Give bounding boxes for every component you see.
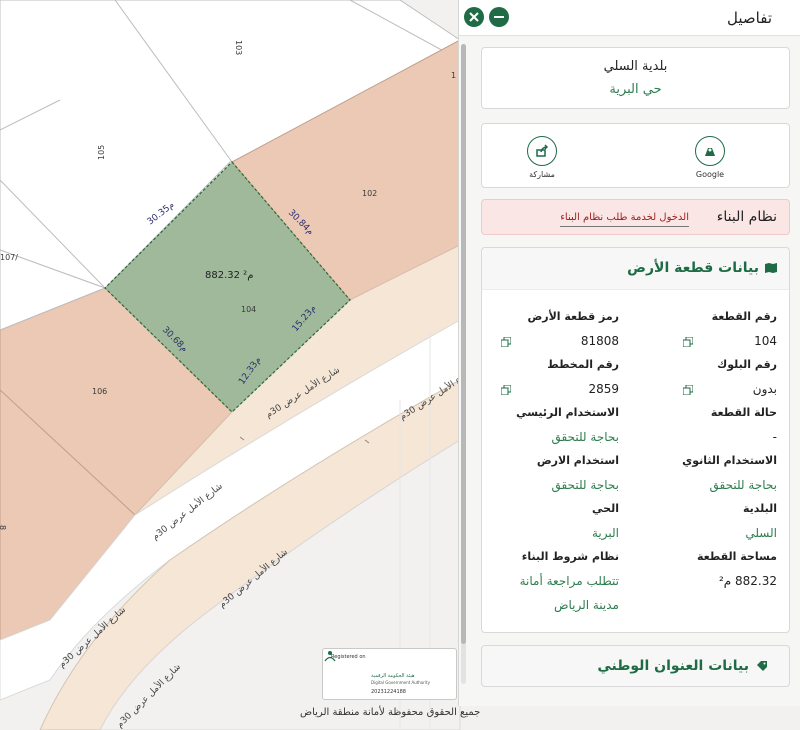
main-use-value: بحاجة للتحقق <box>551 430 619 444</box>
parcel-label-105: 105 <box>97 145 106 160</box>
national-address-card[interactable]: بيانات العنوان الوطني <box>481 645 790 687</box>
google-maps-icon <box>705 148 715 156</box>
plan-label: رقم المخطط <box>547 358 619 371</box>
district-field-label: الحي <box>592 502 619 515</box>
building-system-link[interactable]: الدخول لخدمة طلب نظام البناء <box>560 212 689 227</box>
secondary-use-value: بحاجة للتحقق <box>709 478 777 492</box>
copy-icon[interactable] <box>501 337 511 347</box>
details-panel: تفاصيل بلدية السلي حي البرية Google مشار… <box>458 0 800 706</box>
close-icon <box>469 12 479 22</box>
panel-title: تفاصيل <box>727 9 772 27</box>
block-value: بدون <box>752 382 777 396</box>
copy-icon[interactable] <box>501 385 511 395</box>
scrollbar-thumb[interactable] <box>461 44 466 644</box>
panel-header: تفاصيل <box>459 0 800 36</box>
parcel-status-value: - <box>772 430 777 444</box>
building-system-title: نظام البناء <box>716 209 777 225</box>
parcel-label-103: 103 <box>234 40 243 55</box>
parcel-number-value: 104 <box>754 334 777 348</box>
block-label: رقم البلوك <box>717 358 777 371</box>
municipality-card: بلدية السلي حي البرية <box>481 47 790 109</box>
municipality-field-value: السلي <box>745 526 777 540</box>
map-copyright: جميع الحقوق محفوظة لأمانة منطقة الرياض <box>300 707 481 718</box>
parcel-label-104: 104 <box>241 305 256 314</box>
conditions-label: نظام شروط البناء <box>521 550 619 563</box>
parcel-status-label: حالة القطعة <box>710 406 777 419</box>
conditions-value-1: تتطلب مراجعة أمانة <box>519 574 619 588</box>
land-use-value: بحاجة للتحقق <box>551 478 619 492</box>
district-name: حي البرية <box>609 82 662 97</box>
google-label: Google <box>695 170 725 179</box>
parcel-area-label: 882.32 م² <box>205 270 253 281</box>
tag-icon <box>757 661 767 671</box>
main-use-label: الاستخدام الرئيسي <box>516 406 619 419</box>
parcel-label-8: 8 <box>0 525 7 530</box>
stamp-number: 20231224188 <box>371 689 406 695</box>
parcel-label-1: 1 <box>451 71 456 80</box>
share-button[interactable]: مشاركة <box>522 136 562 179</box>
parcel-label-102: 102 <box>362 189 377 198</box>
dga-stamp: Registered on هيئة الحكومة الرقمية Digit… <box>322 648 457 700</box>
minimize-icon <box>494 16 504 18</box>
national-address-title: بيانات العنوان الوطني <box>597 658 749 674</box>
panel-scrollbar[interactable] <box>461 44 466 684</box>
conditions-value-2: مدينة الرياض <box>553 598 619 612</box>
secondary-use-label: الاستخدام الثانوي <box>682 454 777 467</box>
land-data-header[interactable]: بيانات قطعة الأرض <box>482 248 789 290</box>
minimize-button[interactable] <box>489 7 509 27</box>
close-button[interactable] <box>464 7 484 27</box>
area-label: مساحة القطعة <box>697 550 777 563</box>
stamp-authority-en: Digital Government Authority <box>371 680 430 685</box>
land-use-label: استخدام الارض <box>536 454 619 467</box>
copy-icon[interactable] <box>683 385 693 395</box>
building-system-bar: نظام البناء الدخول لخدمة طلب نظام البناء <box>481 199 790 235</box>
parcel-number-label: رقم القطعة <box>711 310 777 323</box>
parcel-code-value: 81808 <box>580 334 619 348</box>
stamp-authority-ar: هيئة الحكومة الرقمية <box>371 673 415 679</box>
copy-icon[interactable] <box>683 337 693 347</box>
actions-card: Google مشاركة <box>481 123 790 188</box>
municipality-name: بلدية السلي <box>603 59 668 74</box>
share-icon <box>536 144 549 157</box>
dga-emblem-icon <box>324 651 336 662</box>
parcel-code-label: رمز قطعة الأرض <box>527 310 619 323</box>
land-data-card: بيانات قطعة الأرض رقم القطعة 104 رقم الب… <box>481 247 790 633</box>
share-label: مشاركة <box>529 170 555 179</box>
area-value: 882.32 م² <box>718 574 777 588</box>
map-icon <box>765 263 777 273</box>
parcel-label-107: 107/ <box>0 253 18 262</box>
district-field-value: البرية <box>591 526 619 540</box>
parcel-label-106: 106 <box>92 387 107 396</box>
municipality-field-label: البلدية <box>742 502 777 515</box>
google-button[interactable]: Google <box>690 136 730 179</box>
plan-value: 2859 <box>588 382 619 396</box>
land-data-title: بيانات قطعة الأرض <box>627 260 759 276</box>
